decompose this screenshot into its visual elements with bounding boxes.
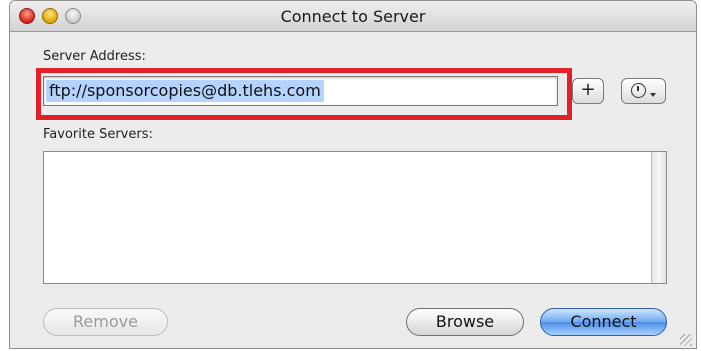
favorite-servers-label: Favorite Servers: (43, 127, 153, 142)
favorites-scrollbar[interactable] (651, 152, 666, 283)
resize-grip-icon[interactable] (680, 334, 692, 346)
add-favorite-button[interactable]: + (572, 78, 604, 104)
title-bar: Connect to Server (10, 1, 696, 32)
clock-icon (631, 83, 646, 98)
chevron-down-icon (650, 93, 656, 97)
window-title: Connect to Server (280, 7, 426, 26)
remove-button[interactable]: Remove (43, 308, 168, 336)
browse-button[interactable]: Browse (406, 308, 524, 336)
favorite-servers-list[interactable] (43, 151, 667, 284)
server-address-label: Server Address: (43, 49, 146, 64)
connect-button[interactable]: Connect (540, 308, 667, 336)
annotation-highlight-box (36, 68, 572, 120)
connect-to-server-window: Connect to Server Server Address: ftp://… (9, 0, 697, 349)
recent-servers-button[interactable] (621, 78, 666, 104)
